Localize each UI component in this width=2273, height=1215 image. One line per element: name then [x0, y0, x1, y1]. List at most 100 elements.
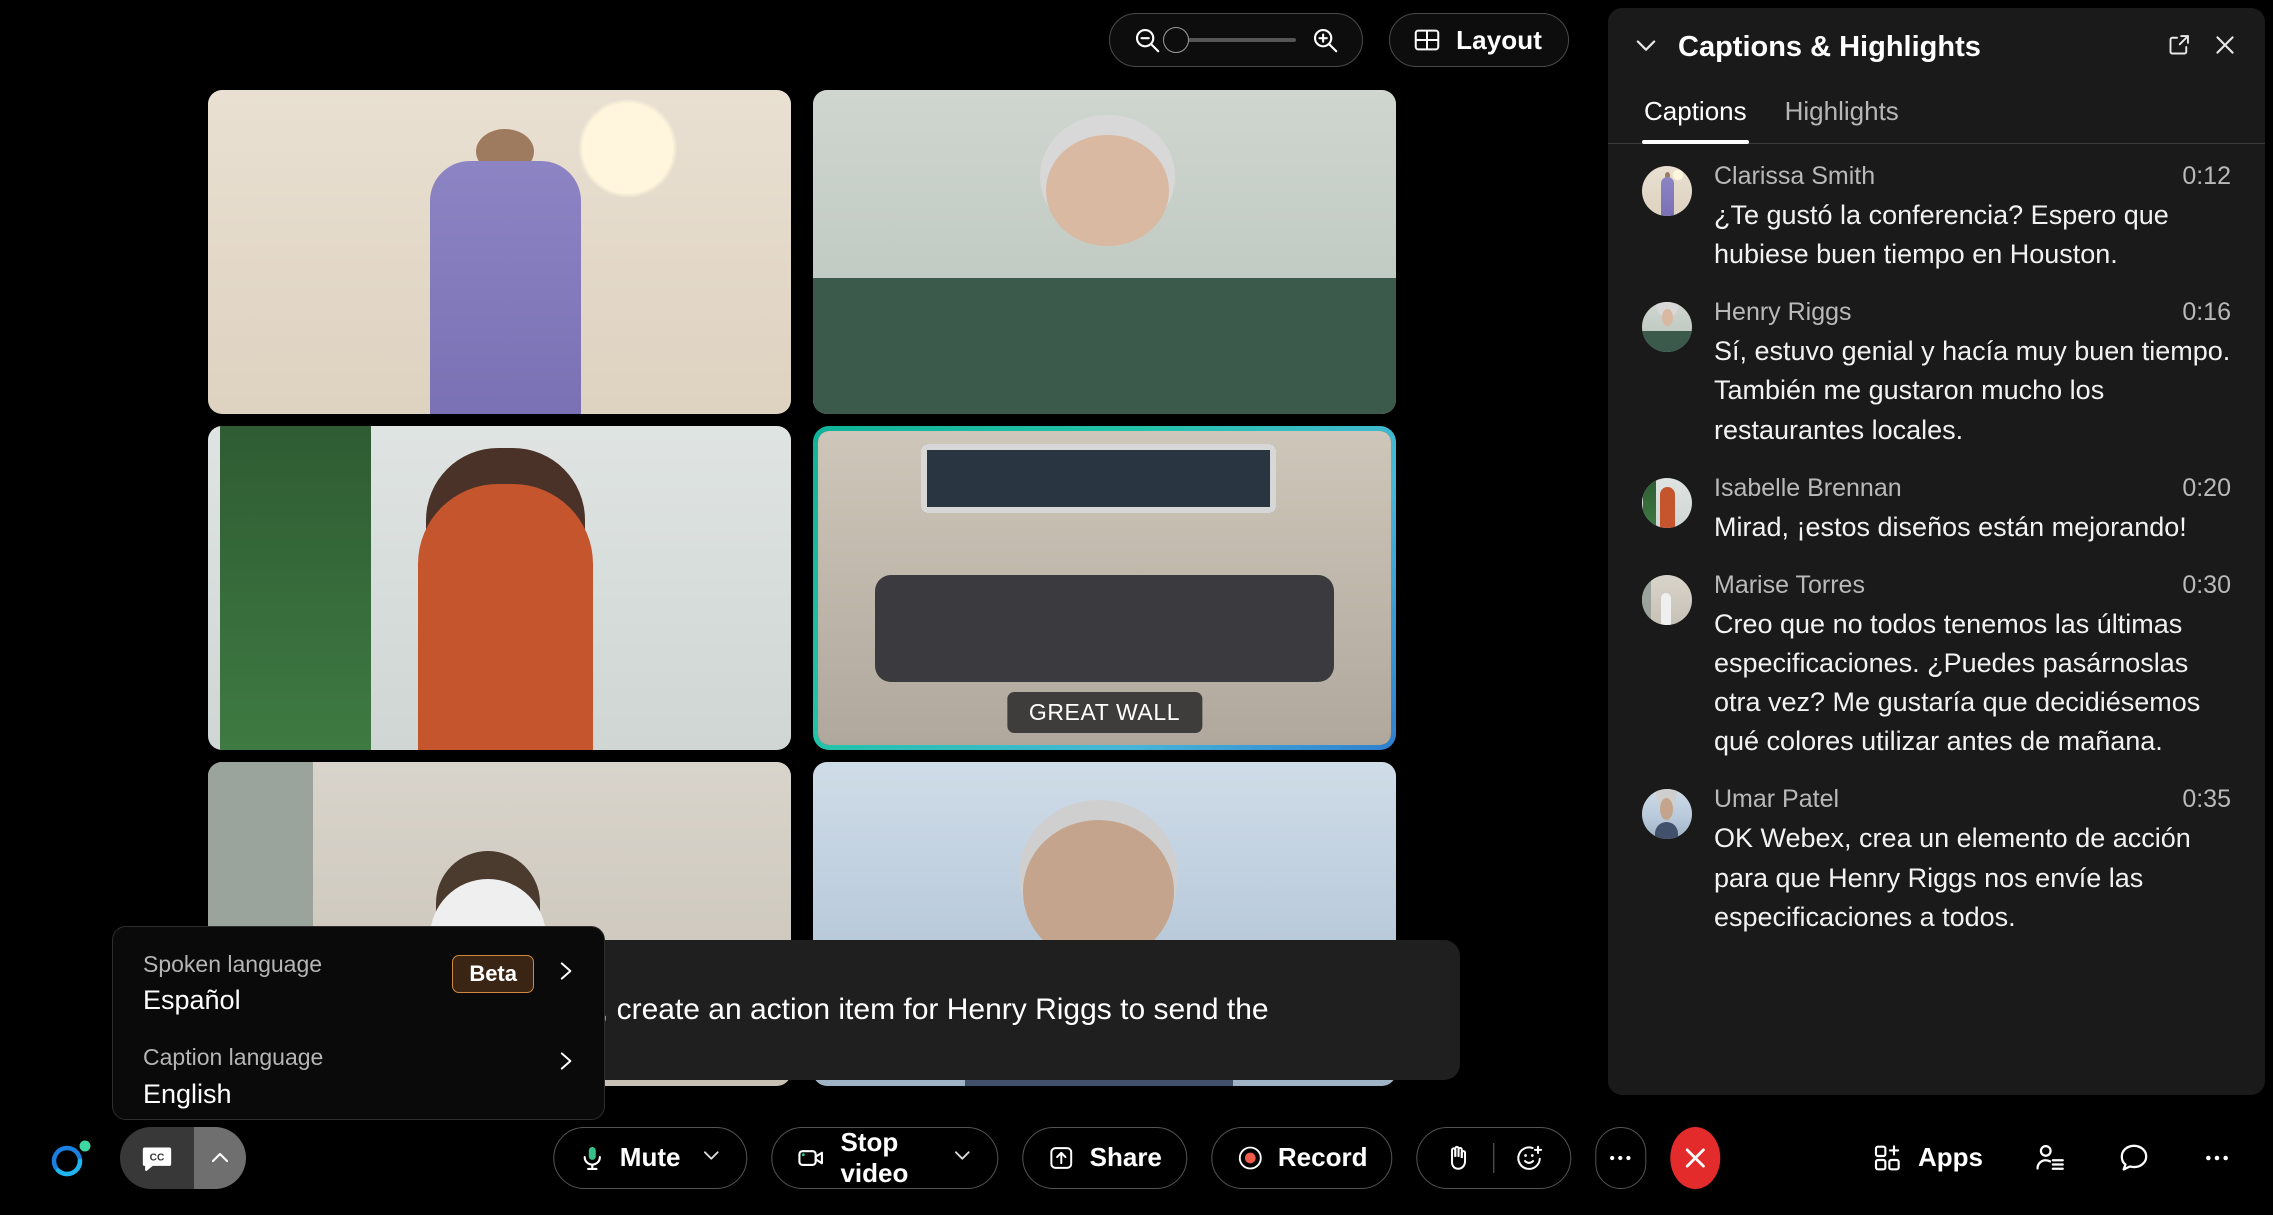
share-screen-icon [1048, 1144, 1076, 1172]
panel-tabs: Captions Highlights [1608, 86, 2265, 144]
layout-grid-icon [1412, 25, 1442, 55]
zoom-out-icon[interactable] [1132, 25, 1162, 55]
zoom-slider-control[interactable] [1109, 13, 1364, 67]
closed-captions-split-button[interactable]: CC [120, 1126, 246, 1189]
caption-entry: Marise Torres 0:30 Creo que no todos ten… [1642, 571, 2231, 762]
chevron-down-icon[interactable] [1632, 31, 1660, 64]
apps-button-label: Apps [1918, 1142, 1983, 1172]
spoken-language-row[interactable]: Spoken language Español Beta [143, 949, 578, 1018]
caption-timestamp: 0:30 [2182, 570, 2231, 599]
microphone-icon [578, 1144, 606, 1172]
primary-controls-group: Mute Stop video Share Record [552, 1126, 1721, 1189]
more-menu-button[interactable] [2201, 1142, 2233, 1174]
chevron-down-icon[interactable] [700, 1144, 722, 1172]
spoken-language-value: Español [143, 985, 241, 1016]
participants-button[interactable] [2033, 1141, 2067, 1175]
caption-timestamp: 0:20 [2182, 473, 2231, 502]
cc-toggle-button[interactable]: CC [120, 1126, 194, 1189]
caption-text: Sí, estuvo genial y hacía muy buen tiemp… [1714, 336, 2231, 445]
captions-list[interactable]: Clarissa Smith 0:12 ¿Te gustó la confere… [1608, 144, 2265, 1095]
end-meeting-button[interactable] [1670, 1126, 1721, 1189]
caption-entry: Clarissa Smith 0:12 ¿Te gustó la confere… [1642, 162, 2231, 274]
caption-speaker-name: Isabelle Brennan [1714, 473, 1902, 502]
record-button-label: Record [1277, 1142, 1368, 1172]
top-controls-bar: Layout [0, 0, 1613, 80]
ellipsis-icon [1610, 1155, 1632, 1160]
caption-entry: Isabelle Brennan 0:20 Mirad, ¡estos dise… [1642, 474, 2231, 547]
caption-text: Mirad, ¡estos diseños están mejorando! [1714, 511, 2187, 542]
avatar [1642, 574, 1692, 625]
caption-language-value: English [143, 1078, 232, 1109]
close-icon [1685, 1148, 1705, 1167]
zoom-in-icon[interactable] [1310, 25, 1340, 55]
caption-text: Creo que no todos tenemos las últimas es… [1714, 608, 2201, 757]
layout-button[interactable]: Layout [1389, 13, 1569, 67]
mute-button-label: Mute [619, 1142, 681, 1172]
chevron-right-icon[interactable] [552, 1048, 578, 1080]
emoji-reaction-icon[interactable] [1514, 1143, 1544, 1173]
cc-icon: CC [142, 1147, 172, 1171]
mute-button[interactable]: Mute [552, 1126, 748, 1189]
more-options-button[interactable] [1595, 1126, 1647, 1189]
avatar [1642, 477, 1692, 528]
camera-icon [796, 1143, 826, 1173]
pop-out-icon[interactable] [2166, 31, 2193, 63]
video-tile-great-wall-active-speaker[interactable]: GREAT WALL [813, 426, 1396, 750]
cc-options-chevron-button[interactable] [194, 1126, 246, 1189]
participant-video-clarissa [208, 90, 791, 414]
stop-video-button[interactable]: Stop video [771, 1126, 999, 1189]
tab-highlights[interactable]: Highlights [1783, 86, 1901, 143]
video-tile-clarissa[interactable] [208, 90, 791, 414]
share-button-label: Share [1089, 1142, 1162, 1172]
record-button[interactable]: Record [1210, 1126, 1393, 1189]
webex-meeting-window: Layout GREAT WALL OK Webex, create an ac… [0, 0, 2273, 1215]
ellipsis-icon [2206, 1155, 2228, 1160]
video-tile-name-badge: GREAT WALL [1006, 692, 1203, 733]
apps-button[interactable]: Apps [1872, 1142, 1983, 1174]
beta-badge: Beta [452, 955, 534, 993]
caption-speaker-name: Umar Patel [1714, 785, 1840, 814]
video-tile-henry[interactable] [813, 90, 1396, 414]
captions-highlights-panel: Captions & Highlights Captions Highlight… [1608, 8, 2265, 1095]
avatar [1642, 789, 1692, 840]
chevron-down-icon[interactable] [952, 1144, 974, 1172]
svg-text:CC: CC [150, 1152, 165, 1163]
panel-title: Captions & Highlights [1678, 30, 1981, 63]
stop-video-button-label: Stop video [840, 1126, 909, 1188]
zoom-slider-track[interactable] [1163, 27, 1297, 53]
caption-text: ¿Te gustó la conferencia? Espero que hub… [1714, 200, 2169, 270]
video-tile-isabelle[interactable] [208, 426, 791, 750]
toolbar-divider [1493, 1142, 1495, 1173]
chevron-up-icon [211, 1152, 229, 1162]
participant-video-henry [813, 90, 1396, 414]
apps-grid-icon [1872, 1142, 1904, 1174]
avatar [1642, 302, 1692, 353]
language-settings-popup: Spoken language Español Beta Caption lan… [112, 926, 605, 1120]
caption-timestamp: 0:12 [2182, 162, 2231, 190]
panel-header: Captions & Highlights [1608, 8, 2265, 86]
reactions-group[interactable] [1416, 1126, 1572, 1189]
avatar [1642, 166, 1692, 216]
caption-entry: Umar Patel 0:35 OK Webex, crea un elemen… [1642, 785, 2231, 936]
zoom-slider-handle[interactable] [1163, 27, 1190, 53]
layout-button-label: Layout [1456, 24, 1542, 55]
close-icon[interactable] [2211, 31, 2239, 64]
caption-language-label: Caption language [143, 1044, 324, 1071]
spoken-language-label: Spoken language [143, 951, 323, 977]
record-icon [1236, 1144, 1264, 1172]
caption-text: OK Webex, crea un elemento de acción par… [1714, 823, 2191, 932]
raise-hand-icon[interactable] [1443, 1143, 1473, 1173]
chat-button[interactable] [2117, 1141, 2151, 1175]
caption-language-row[interactable]: Caption language English [143, 1042, 578, 1111]
tab-captions[interactable]: Captions [1642, 86, 1749, 144]
webex-assistant-logo-icon[interactable] [42, 1130, 98, 1186]
participant-video-isabelle [208, 426, 791, 750]
caption-timestamp: 0:16 [2182, 298, 2231, 327]
chevron-right-icon[interactable] [552, 958, 578, 990]
share-button[interactable]: Share [1022, 1126, 1187, 1189]
caption-timestamp: 0:35 [2182, 785, 2231, 814]
caption-speaker-name: Clarissa Smith [1714, 162, 1876, 190]
caption-entry: Henry Riggs 0:16 Sí, estuvo genial y hac… [1642, 298, 2231, 449]
caption-speaker-name: Henry Riggs [1714, 298, 1852, 327]
secondary-controls-group: Apps [1872, 1141, 2233, 1175]
